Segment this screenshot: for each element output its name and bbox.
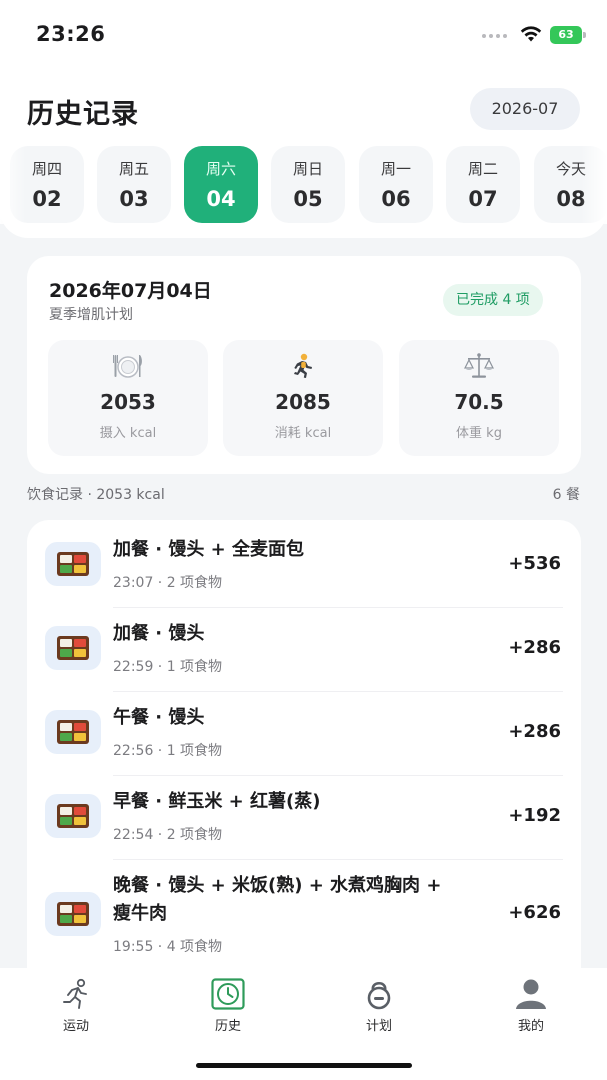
week-day-strip[interactable]: 周四 02 周五 03 周六 04 周日 05 周一 06 周二 07 今天 0… [0, 146, 607, 224]
day-number: 03 [119, 187, 149, 211]
day-number: 05 [293, 187, 323, 211]
tab-label: 计划 [365, 1019, 392, 1034]
bento-box-icon [45, 626, 101, 670]
bento-box-icon [45, 892, 101, 936]
meal-name: 午餐 · 馒头 [113, 707, 205, 728]
balance-scale-icon [464, 353, 494, 378]
meal-meta: 22:59 · 1 项食物 [113, 659, 223, 675]
day-name: 周六 [205, 160, 236, 178]
day-name: 周五 [118, 160, 149, 178]
intake-label: 摄入 kcal [99, 426, 157, 441]
day-name: 周一 [380, 160, 411, 178]
bento-box-icon [45, 794, 101, 838]
meal-name-line-2: 瘦牛肉 [113, 903, 167, 924]
kettlebell-icon [367, 981, 391, 1010]
meal-meta: 22:54 · 2 项食物 [113, 827, 223, 843]
day-name: 周日 [292, 160, 323, 178]
page-title: 历史记录 [27, 99, 139, 130]
meal-name: 早餐 · 鲜玉米 + 红薯(蒸) [113, 791, 321, 812]
tab-exercise[interactable]: 运动 [36, 978, 116, 1034]
running-icon [63, 978, 87, 1009]
clock-icon [211, 978, 245, 1010]
tab-profile[interactable]: 我的 [491, 978, 571, 1034]
meal-kcal: +286 [508, 721, 561, 742]
meal-section-label: 饮食记录 · 2053 kcal [27, 487, 165, 503]
meal-kcal: +536 [508, 553, 561, 574]
burned-label: 消耗 kcal [274, 426, 332, 441]
bottom-tab-bar: 运动 历史 计划 我的 [0, 968, 607, 1080]
stat-intake: 2053 摄入 kcal [48, 340, 208, 456]
meal-row[interactable]: 加餐 · 馒头 22:59 · 1 项食物 +286 [27, 608, 581, 692]
battery-level: 63 [550, 26, 582, 44]
day-chip-mon[interactable]: 周一 06 [359, 146, 433, 223]
meal-name: 加餐 · 馒头 + 全麦面包 [113, 539, 304, 560]
stat-burned: 2085 消耗 kcal [223, 340, 383, 456]
summary-date: 2026年07月04日 [49, 280, 212, 302]
bento-box-icon [45, 542, 101, 586]
intake-value: 2053 [100, 390, 156, 414]
day-name: 周二 [467, 160, 498, 178]
meal-row[interactable]: 加餐 · 馒头 + 全麦面包 23:07 · 2 项食物 +536 [27, 520, 581, 608]
person-icon [516, 979, 546, 1009]
battery-icon: 63 [550, 26, 586, 44]
meal-row[interactable]: 早餐 · 鲜玉米 + 红薯(蒸) 22:54 · 2 项食物 +192 [27, 776, 581, 860]
burned-value: 2085 [275, 390, 331, 414]
day-summary-card: 2026年07月04日 夏季增肌计划 已完成 4 项 2053 摄入 kcal … [27, 256, 581, 474]
tab-history[interactable]: 历史 [188, 978, 268, 1034]
meal-kcal: +286 [508, 637, 561, 658]
signal-icon [482, 34, 507, 38]
day-number: 07 [468, 187, 498, 211]
tab-label: 历史 [214, 1019, 241, 1034]
summary-plan-name: 夏季增肌计划 [49, 307, 133, 323]
weight-label: 体重 kg [456, 426, 502, 441]
strip-fade-left [0, 146, 26, 224]
tab-label: 我的 [517, 1019, 544, 1034]
meal-name-line-1: 晚餐 · 馒头 + 米饭(熟) + 水煮鸡胸肉 + [113, 875, 442, 896]
month-picker-button[interactable]: 2026-07 [470, 88, 580, 130]
completed-badge: 已完成 4 项 [443, 284, 543, 316]
strip-fade-right [581, 146, 607, 224]
status-time: 23:26 [36, 22, 106, 46]
stat-weight: 70.5 体重 kg [399, 340, 559, 456]
tab-label: 运动 [62, 1019, 89, 1034]
tab-plan[interactable]: 计划 [339, 978, 419, 1034]
plate-cutlery-icon [113, 355, 142, 378]
status-bar: 23:26 63 [0, 0, 607, 70]
day-chip-tue[interactable]: 周二 07 [446, 146, 520, 223]
meal-kcal: +626 [508, 902, 561, 923]
weight-value: 70.5 [454, 390, 504, 414]
day-number: 06 [381, 187, 411, 211]
home-indicator [196, 1063, 412, 1068]
day-chip-sun[interactable]: 周日 05 [271, 146, 345, 223]
day-chip-sat-selected[interactable]: 周六 04 [184, 146, 258, 223]
meal-meta: 19:55 · 4 项食物 [113, 939, 223, 955]
meal-list: 加餐 · 馒头 + 全麦面包 23:07 · 2 项食物 +536 加餐 · 馒… [27, 520, 581, 990]
running-person-icon [294, 353, 312, 378]
meal-meta: 22:56 · 1 项食物 [113, 743, 223, 759]
meal-kcal: +192 [508, 805, 561, 826]
meal-meta: 23:07 · 2 项食物 [113, 575, 223, 591]
meal-name: 加餐 · 馒头 [113, 623, 205, 644]
day-chip-fri[interactable]: 周五 03 [97, 146, 171, 223]
day-number: 04 [206, 187, 236, 211]
meal-row[interactable]: 午餐 · 馒头 22:56 · 1 项食物 +286 [27, 692, 581, 776]
wifi-icon [520, 26, 542, 42]
bento-box-icon [45, 710, 101, 754]
meal-count: 6 餐 [552, 487, 580, 503]
